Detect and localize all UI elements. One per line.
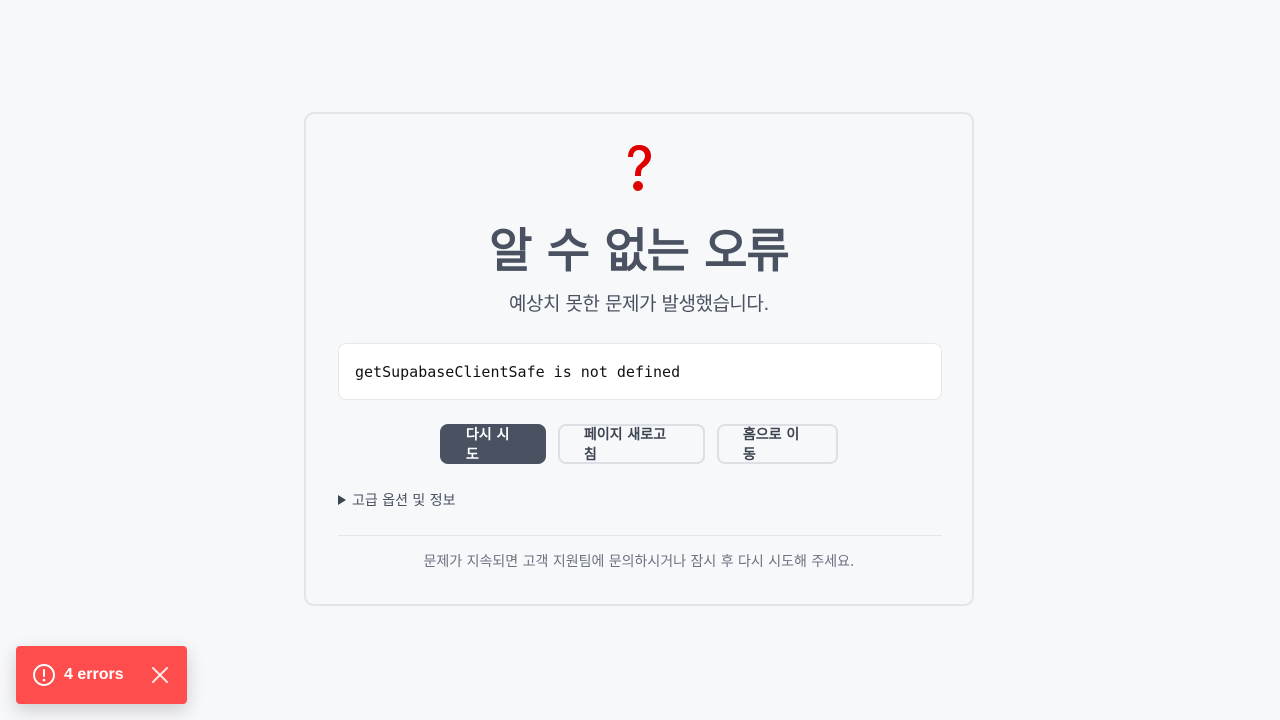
errors-count-label: 4 errors — [64, 666, 124, 683]
alert-circle-icon — [33, 664, 55, 686]
advanced-options-toggle[interactable]: 고급 옵션 및 정보 — [338, 490, 456, 510]
error-title: 알 수 없는 오류 — [489, 224, 790, 279]
error-subtitle: 예상치 못한 문제가 발생했습니다. — [509, 293, 769, 315]
errors-toast[interactable]: 4 errors — [16, 646, 187, 704]
go-home-button[interactable]: 홈으로 이동 — [717, 424, 838, 464]
error-card: 알 수 없는 오류 예상치 못한 문제가 발생했습니다. getSupabase… — [304, 112, 974, 606]
support-footer-text: 문제가 지속되면 고객 지원팀에 문의하시거나 잠시 후 다시 시도해 주세요. — [423, 554, 855, 570]
error-message-box: getSupabaseClientSafe is not defined — [338, 343, 942, 400]
divider — [338, 535, 942, 536]
close-icon[interactable] — [151, 666, 169, 684]
question-mark-icon — [306, 144, 972, 198]
action-buttons: 다시 시도 페이지 새로고침 홈으로 이동 — [306, 424, 972, 464]
caret-right-icon — [338, 495, 346, 505]
advanced-options-label: 고급 옵션 및 정보 — [352, 493, 456, 509]
reload-page-button[interactable]: 페이지 새로고침 — [558, 424, 705, 464]
error-message: getSupabaseClientSafe is not defined — [355, 362, 681, 381]
retry-button[interactable]: 다시 시도 — [440, 424, 546, 464]
